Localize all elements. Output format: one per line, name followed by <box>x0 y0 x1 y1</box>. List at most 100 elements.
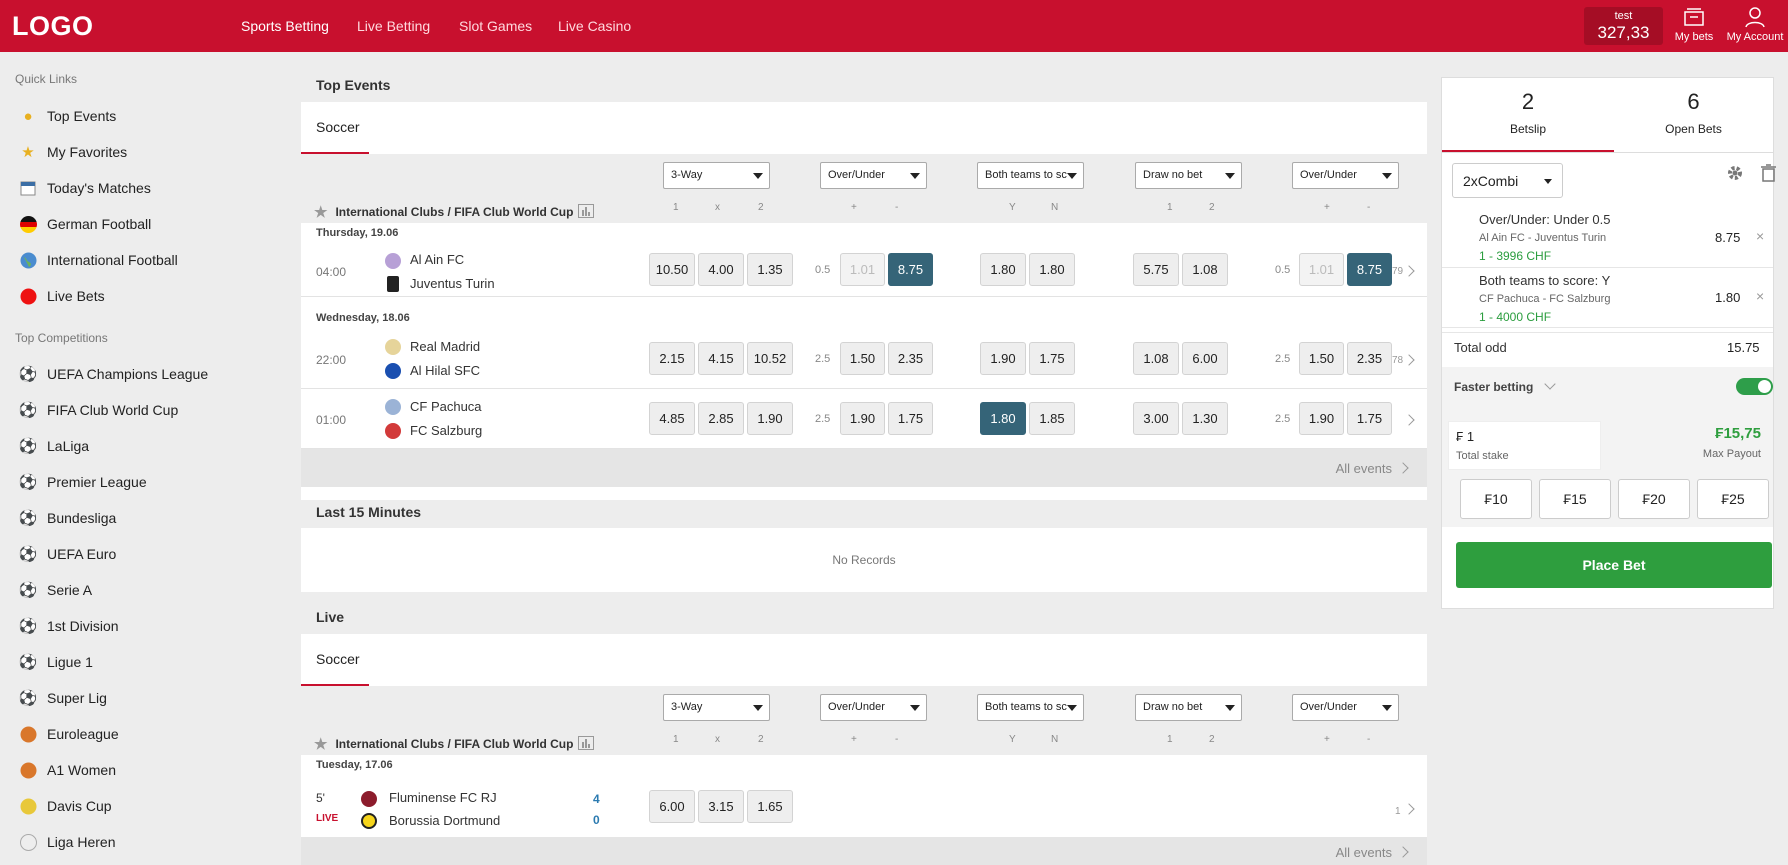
all-events-link[interactable]: All events <box>301 449 1427 487</box>
remove-bet-icon[interactable]: × <box>1756 228 1764 244</box>
trash-icon[interactable] <box>1761 164 1776 185</box>
odd-button-disabled[interactable]: 1.01 <box>840 253 885 286</box>
market-select-over-under-2[interactable]: Over/Under <box>1292 162 1399 189</box>
sidebar-item-liga-heren[interactable]: Liga Heren <box>18 830 116 854</box>
odd-button[interactable]: 1.50 <box>840 342 885 375</box>
quick-stake-button[interactable]: ₣10 <box>1460 479 1532 519</box>
odd-button[interactable]: 6.00 <box>649 790 695 823</box>
my-bets-button[interactable]: My bets <box>1674 6 1714 43</box>
tab-soccer-live[interactable]: Soccer <box>301 634 1427 686</box>
chevron-down-icon[interactable] <box>1544 378 1556 390</box>
sidebar-item-davis-cup[interactable]: Davis Cup <box>18 794 112 818</box>
remove-bet-icon[interactable]: × <box>1756 288 1764 304</box>
sidebar-item-serie-a[interactable]: ⚽ Serie A <box>18 578 92 602</box>
favorite-star-icon[interactable]: ★ <box>314 735 327 753</box>
tab-soccer[interactable]: Soccer <box>301 102 1427 154</box>
nav-sports-betting[interactable]: Sports Betting <box>241 18 329 34</box>
sidebar-item-todays-matches[interactable]: Today's Matches <box>18 176 151 200</box>
odd-button[interactable]: 1.65 <box>747 790 793 823</box>
quick-stake-button[interactable]: ₣15 <box>1539 479 1611 519</box>
sidebar-item-my-favorites[interactable]: ★ My Favorites <box>18 140 127 164</box>
odd-button[interactable]: 2.35 <box>1347 342 1392 375</box>
place-bet-button[interactable]: Place Bet <box>1456 542 1772 588</box>
favorite-star-icon[interactable]: ★ <box>314 203 327 221</box>
nav-live-casino[interactable]: Live Casino <box>558 18 631 34</box>
more-markets-count[interactable]: 79 <box>1392 266 1403 277</box>
sidebar-item-top-events[interactable]: ● Top Events <box>18 104 116 128</box>
market-select-over-under-2[interactable]: Over/Under <box>1292 694 1399 721</box>
gear-icon[interactable] <box>1726 164 1744 185</box>
balance-box[interactable]: test 327,33 <box>1584 7 1663 45</box>
market-select-btts[interactable]: Both teams to sc <box>977 694 1084 721</box>
market-select-3way[interactable]: 3-Way <box>663 694 770 721</box>
sidebar-item-super-lig[interactable]: ⚽ Super Lig <box>18 686 107 710</box>
logo[interactable]: LOGO <box>12 11 94 42</box>
odd-button[interactable]: 5.75 <box>1133 253 1179 286</box>
odd-button-disabled[interactable]: 1.01 <box>1299 253 1344 286</box>
sidebar-item-1st-division[interactable]: ⚽ 1st Division <box>18 614 119 638</box>
odd-button[interactable]: 1.75 <box>1029 342 1075 375</box>
odd-button[interactable]: 4.15 <box>698 342 744 375</box>
tab-open-bets[interactable]: 6 Open Bets <box>1614 78 1773 152</box>
sidebar-item-uefa-euro[interactable]: ⚽ UEFA Euro <box>18 542 117 566</box>
sidebar-item-international-football[interactable]: International Football <box>18 248 178 272</box>
odd-button[interactable]: 2.35 <box>888 342 933 375</box>
sidebar-item-german-football[interactable]: German Football <box>18 212 151 236</box>
all-events-link[interactable]: All events <box>301 837 1427 865</box>
odd-button[interactable]: 4.00 <box>698 253 744 286</box>
odd-button[interactable]: 1.08 <box>1133 342 1179 375</box>
odd-button[interactable]: 3.15 <box>698 790 744 823</box>
sidebar-item-bundesliga[interactable]: ⚽ Bundesliga <box>18 506 117 530</box>
odd-button[interactable]: 1.08 <box>1182 253 1228 286</box>
market-select-over-under[interactable]: Over/Under <box>820 694 927 721</box>
odd-button[interactable]: 1.75 <box>1347 402 1392 435</box>
more-markets-count[interactable]: 78 <box>1392 355 1403 366</box>
market-select-draw-no-bet[interactable]: Draw no bet <box>1135 694 1242 721</box>
sidebar-item-club-world-cup[interactable]: ⚽ FIFA Club World Cup <box>18 398 179 422</box>
odd-button[interactable]: 1.80 <box>1029 253 1075 286</box>
sidebar-item-live-bets[interactable]: Live Bets <box>18 284 105 308</box>
sidebar-item-a1-women[interactable]: A1 Women <box>18 758 116 782</box>
faster-betting-row[interactable]: Faster betting <box>1442 367 1773 407</box>
market-select-btts[interactable]: Both teams to sc <box>977 162 1084 189</box>
odd-button[interactable]: 3.00 <box>1133 402 1179 435</box>
odd-button-selected[interactable]: 1.80 <box>980 402 1026 435</box>
odd-button[interactable]: 2.85 <box>698 402 744 435</box>
chevron-right-icon[interactable] <box>1403 414 1415 426</box>
more-markets-count[interactable]: 1 <box>1395 806 1401 817</box>
tab-betslip[interactable]: 2 Betslip <box>1442 78 1614 152</box>
sidebar-item-ucl[interactable]: ⚽ UEFA Champions League <box>18 362 208 386</box>
nav-slot-games[interactable]: Slot Games <box>459 18 532 34</box>
odd-button[interactable]: 10.52 <box>747 342 793 375</box>
sidebar-item-laliga[interactable]: ⚽ LaLiga <box>18 434 89 458</box>
faster-betting-toggle[interactable] <box>1736 378 1773 395</box>
nav-live-betting[interactable]: Live Betting <box>357 18 430 34</box>
stake-input[interactable]: ₣ 1 Total stake <box>1448 421 1601 470</box>
live-event-row[interactable]: 5' LIVE Fluminense FC RJ Borussia Dortmu… <box>301 778 1427 837</box>
sidebar-item-ligue-1[interactable]: ⚽ Ligue 1 <box>18 650 93 674</box>
odd-button[interactable]: 1.75 <box>888 402 933 435</box>
quick-stake-button[interactable]: ₣25 <box>1697 479 1769 519</box>
odd-button[interactable]: 2.15 <box>649 342 695 375</box>
odd-button[interactable]: 10.50 <box>649 253 695 286</box>
chevron-right-icon[interactable] <box>1403 265 1415 277</box>
market-select-3way[interactable]: 3-Way <box>663 162 770 189</box>
market-select-over-under[interactable]: Over/Under <box>820 162 927 189</box>
odd-button[interactable]: 1.90 <box>980 342 1026 375</box>
event-row[interactable]: 04:00 Al Ain FC Juventus Turin 10.50 4.0… <box>301 245 1427 297</box>
quick-stake-button[interactable]: ₣20 <box>1618 479 1690 519</box>
odd-button[interactable]: 1.90 <box>840 402 885 435</box>
sidebar-item-premier-league[interactable]: ⚽ Premier League <box>18 470 147 494</box>
combi-select[interactable]: 2xCombi <box>1452 163 1563 198</box>
odd-button[interactable]: 6.00 <box>1182 342 1228 375</box>
stats-icon[interactable] <box>578 735 595 753</box>
odd-button[interactable]: 4.85 <box>649 402 695 435</box>
sidebar-item-euroleague[interactable]: Euroleague <box>18 722 119 746</box>
odd-button[interactable]: 1.35 <box>747 253 793 286</box>
event-row[interactable]: 01:00 CF Pachuca FC Salzburg 4.85 2.85 1… <box>301 390 1427 449</box>
market-select-draw-no-bet[interactable]: Draw no bet <box>1135 162 1242 189</box>
odd-button[interactable]: 1.90 <box>1299 402 1344 435</box>
chevron-right-icon[interactable] <box>1403 803 1415 815</box>
odd-button[interactable]: 1.50 <box>1299 342 1344 375</box>
odd-button[interactable]: 1.80 <box>980 253 1026 286</box>
